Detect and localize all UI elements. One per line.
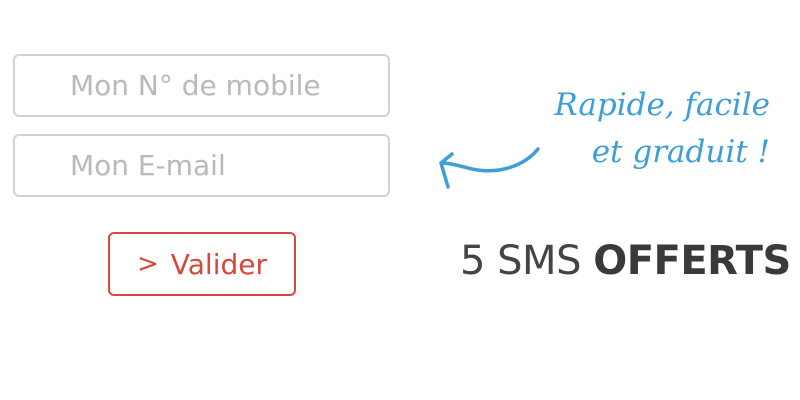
- email-field[interactable]: [13, 134, 390, 197]
- validate-button[interactable]: > Valider: [108, 232, 296, 296]
- offer-prefix: 5 SMS: [460, 238, 581, 284]
- curved-arrow-left-icon: [439, 147, 540, 189]
- email-input[interactable]: [15, 136, 388, 195]
- offer-bold: OFFERTS: [593, 238, 791, 284]
- promo-line-1: Rapide, facile: [554, 87, 770, 123]
- validate-button-label: Valider: [170, 247, 267, 281]
- chevron-right-icon: >: [136, 249, 159, 279]
- mobile-field[interactable]: [13, 54, 390, 117]
- mobile-input[interactable]: [15, 56, 388, 115]
- offer-headline: 5 SMS OFFERTS: [460, 238, 791, 284]
